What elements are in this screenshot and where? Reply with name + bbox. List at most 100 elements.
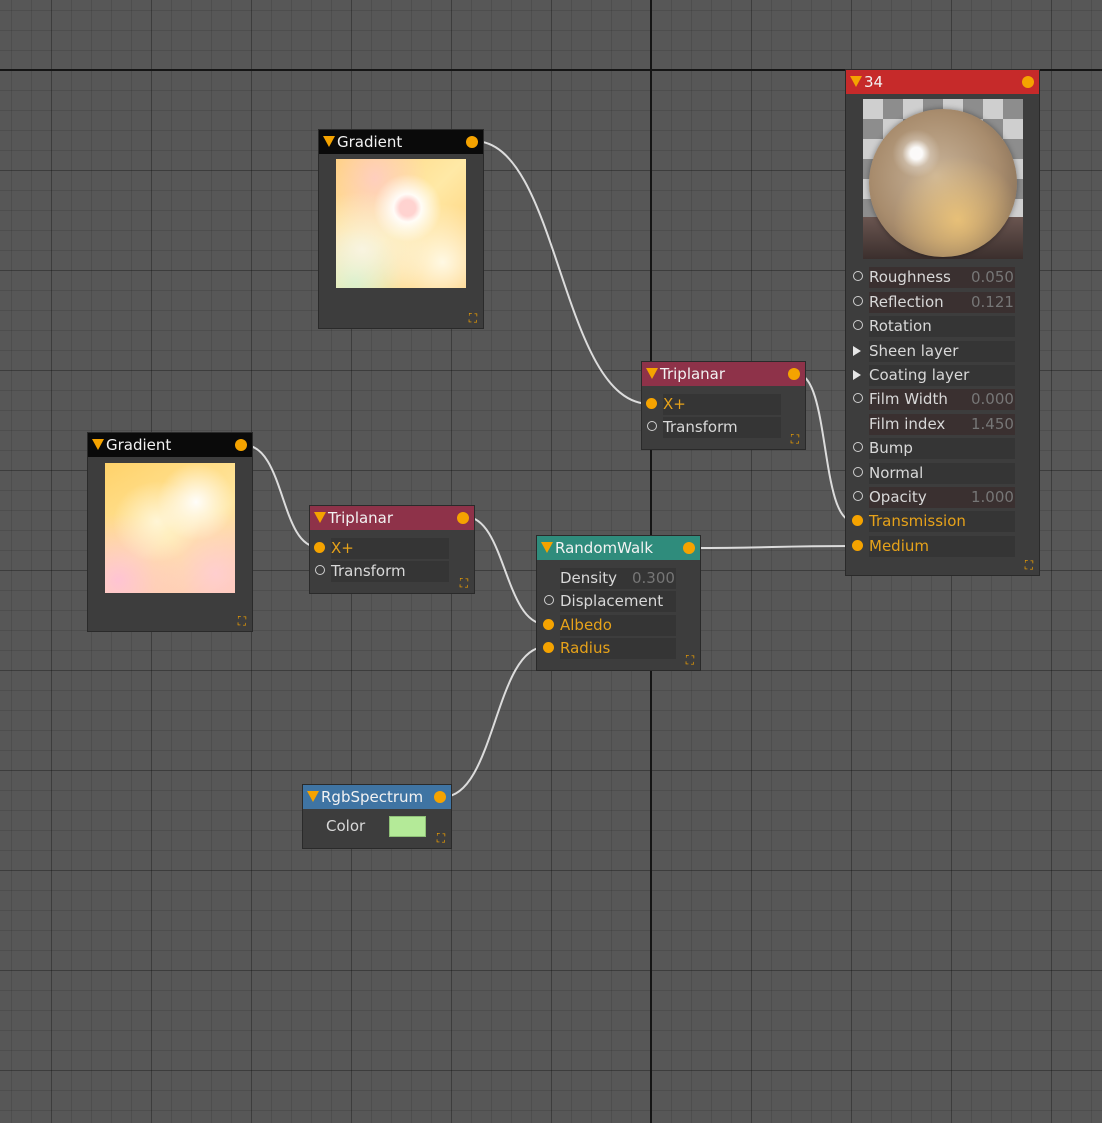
- input-socket[interactable]: [544, 595, 554, 605]
- param-label: Opacity: [869, 488, 927, 506]
- input-socket-connected[interactable]: [543, 642, 554, 653]
- input-socket[interactable]: [853, 296, 863, 306]
- param-value: 0.000: [971, 390, 1014, 408]
- param-label: Film Width: [869, 390, 948, 408]
- input-socket[interactable]: [853, 442, 863, 452]
- input-label: Displacement: [560, 592, 664, 610]
- input-label: Radius: [560, 639, 611, 657]
- param-value: 1.000: [971, 488, 1014, 506]
- wire-randomwalk-to-medium: [691, 545, 854, 549]
- expand-arrow-icon[interactable]: [853, 370, 861, 380]
- gradient-node-top[interactable]: Gradient ⛶: [318, 129, 484, 329]
- expand-icon[interactable]: ⛶: [789, 433, 801, 445]
- param-transmission[interactable]: Transmission: [849, 510, 1015, 532]
- output-socket[interactable]: [788, 368, 800, 380]
- node-header[interactable]: Triplanar: [310, 506, 474, 530]
- input-socket[interactable]: [853, 320, 863, 330]
- gradient-node-left[interactable]: Gradient ⛶: [87, 432, 253, 632]
- param-coating-layer[interactable]: Coating layer: [849, 364, 1015, 386]
- input-socket[interactable]: [853, 271, 863, 281]
- collapse-icon[interactable]: [314, 512, 326, 523]
- color-field[interactable]: Color: [306, 815, 446, 837]
- input-socket[interactable]: [647, 421, 657, 431]
- param-label: Roughness: [869, 268, 951, 286]
- node-header[interactable]: RgbSpectrum: [303, 785, 451, 809]
- param-film-index[interactable]: Film index 1.450: [849, 413, 1015, 435]
- collapse-icon[interactable]: [646, 368, 658, 379]
- expand-icon[interactable]: ⛶: [236, 615, 248, 627]
- input-socket-connected[interactable]: [646, 398, 657, 409]
- input-radius[interactable]: Radius: [540, 637, 676, 659]
- expand-icon[interactable]: ⛶: [458, 577, 470, 589]
- input-albedo[interactable]: Albedo: [540, 614, 676, 636]
- collapse-icon[interactable]: [850, 76, 862, 87]
- expand-icon[interactable]: ⛶: [467, 312, 479, 324]
- param-film-width[interactable]: Film Width 0.000: [849, 388, 1015, 410]
- param-value: 0.050: [971, 268, 1014, 286]
- input-socket-connected[interactable]: [314, 542, 325, 553]
- input-socket-connected[interactable]: [852, 540, 863, 551]
- node-title: Gradient: [106, 436, 172, 454]
- input-transform[interactable]: Transform: [643, 416, 781, 438]
- param-label: Normal: [869, 464, 924, 482]
- rgbspectrum-node[interactable]: RgbSpectrum Color ⛶: [302, 784, 452, 849]
- triplanar-node-left[interactable]: Triplanar X+ Transform ⛶: [309, 505, 475, 594]
- expand-icon[interactable]: ⛶: [1023, 559, 1035, 571]
- density-label: Density: [560, 569, 618, 587]
- output-socket[interactable]: [466, 136, 478, 148]
- input-socket-connected[interactable]: [543, 619, 554, 630]
- input-label: X+: [331, 539, 354, 557]
- param-label: Coating layer: [869, 366, 970, 384]
- param-opacity[interactable]: Opacity 1.000: [849, 486, 1015, 508]
- wire-gradient-to-triplanar-top: [473, 140, 651, 405]
- color-swatch[interactable]: [389, 816, 426, 837]
- param-label: Reflection: [869, 293, 944, 311]
- node-title: Gradient: [337, 133, 403, 151]
- input-x-plus[interactable]: X+: [643, 393, 781, 415]
- material-preview-image: [863, 99, 1023, 259]
- param-rotation[interactable]: Rotation: [849, 315, 1015, 337]
- param-reflection[interactable]: Reflection 0.121: [849, 291, 1015, 313]
- collapse-icon[interactable]: [323, 136, 335, 147]
- expand-icon[interactable]: ⛶: [684, 654, 696, 666]
- expand-icon[interactable]: ⛶: [435, 832, 447, 844]
- input-socket-connected[interactable]: [852, 515, 863, 526]
- param-roughness[interactable]: Roughness 0.050: [849, 266, 1015, 288]
- output-socket[interactable]: [457, 512, 469, 524]
- density-field[interactable]: Density 0.300: [540, 567, 676, 589]
- param-label: Rotation: [869, 317, 932, 335]
- input-socket[interactable]: [853, 491, 863, 501]
- param-bump[interactable]: Bump: [849, 437, 1015, 459]
- randomwalk-node[interactable]: RandomWalk Density 0.300 Displacement Al…: [536, 535, 701, 671]
- collapse-icon[interactable]: [307, 791, 319, 802]
- material-node[interactable]: 34 Roughness 0.050 Reflection 0.121 Rotation…: [845, 69, 1040, 576]
- param-normal[interactable]: Normal: [849, 462, 1015, 484]
- param-sheen-layer[interactable]: Sheen layer: [849, 340, 1015, 362]
- node-title: Triplanar: [660, 365, 726, 383]
- node-header[interactable]: Triplanar: [642, 362, 805, 386]
- param-label: Bump: [869, 439, 913, 457]
- param-medium[interactable]: Medium: [849, 535, 1015, 557]
- input-label: Albedo: [560, 616, 612, 634]
- input-displacement[interactable]: Displacement: [540, 590, 676, 612]
- input-x-plus[interactable]: X+: [311, 537, 449, 559]
- node-header[interactable]: Gradient: [88, 433, 252, 457]
- input-socket[interactable]: [853, 393, 863, 403]
- triplanar-node-top[interactable]: Triplanar X+ Transform ⛶: [641, 361, 806, 450]
- node-header[interactable]: 34: [846, 70, 1039, 94]
- input-socket[interactable]: [853, 467, 863, 477]
- output-socket[interactable]: [235, 439, 247, 451]
- param-label: Medium: [869, 537, 929, 555]
- output-socket[interactable]: [1022, 76, 1034, 88]
- input-socket[interactable]: [315, 565, 325, 575]
- gradient-preview-image: [105, 463, 235, 593]
- collapse-icon[interactable]: [541, 542, 553, 553]
- collapse-icon[interactable]: [92, 439, 104, 450]
- output-socket[interactable]: [434, 791, 446, 803]
- output-socket[interactable]: [683, 542, 695, 554]
- node-header[interactable]: RandomWalk: [537, 536, 700, 560]
- input-label: Transform: [331, 562, 406, 580]
- node-header[interactable]: Gradient: [319, 130, 483, 154]
- input-transform[interactable]: Transform: [311, 560, 449, 582]
- expand-arrow-icon[interactable]: [853, 346, 861, 356]
